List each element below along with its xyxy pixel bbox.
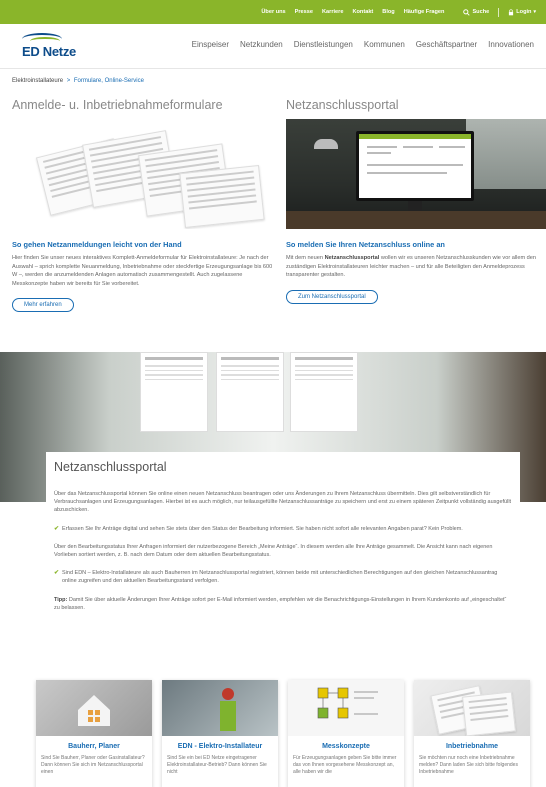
portal-image (286, 119, 546, 229)
card-text: Sind Sie ein bei ED Netze eingetragener … (167, 755, 267, 775)
link-karriere[interactable]: Karriere (322, 9, 343, 15)
link-presse[interactable]: Presse (295, 9, 313, 15)
search-link[interactable]: Suche (463, 8, 490, 16)
installer-image (162, 680, 278, 736)
form-sheet-4 (179, 164, 265, 229)
measurement-diagram-image (288, 680, 404, 736)
link-kontakt[interactable]: Kontakt (352, 9, 373, 15)
mehr-erfahren-button[interactable]: Mehr erfahren (12, 298, 74, 313)
house-icon (78, 695, 110, 726)
card-title: Messkonzepte (322, 743, 370, 750)
ed-netze-logo[interactable]: ED Netze (20, 31, 80, 61)
card-messkonzepte[interactable]: Messkonzepte Für Erzeugungsanlagen geben… (288, 680, 404, 787)
nav-einspeiser[interactable]: Einspeiser (192, 40, 229, 49)
zum-portal-button[interactable]: Zum Netzanschlussportal (286, 289, 378, 304)
target-group-cards: Bauherr, Planer Sind Sie Bauherr, Planer… (36, 680, 532, 787)
utility-links: Über uns Presse Karriere Kontakt Blog Hä… (261, 0, 536, 24)
search-label: Suche (472, 9, 490, 15)
card-elektro-installateur[interactable]: EDN - Elektro-Installateur Sind Sie ein … (162, 680, 278, 787)
monitor-screen (359, 134, 471, 198)
search-icon (463, 8, 471, 16)
logo-wordmark: ED Netze (22, 44, 76, 59)
login-link[interactable]: Login ▾ (508, 8, 536, 16)
portal-column-text: Mit dem neuen Netzanschlussportal wollen… (286, 255, 536, 279)
portal-column-subtitle: So melden Sie Ihren Netzanschluss online… (286, 240, 445, 249)
lock-icon (509, 8, 514, 15)
forms-title: Anmelde- u. Inbetriebnahmeformulare (12, 98, 223, 112)
portal-tip: Tipp: Damit Sie über aktuelle Änderungen… (54, 596, 507, 611)
card-title: Bauherr, Planer (68, 743, 120, 750)
nav-kommunen[interactable]: Kommunen (364, 40, 405, 49)
link-faq[interactable]: Häufige Fragen (404, 9, 445, 15)
nav-dienstleistungen[interactable]: Dienstleistungen (294, 40, 353, 49)
desk (286, 211, 546, 229)
link-blog[interactable]: Blog (382, 9, 394, 15)
check-icon: ✔ (54, 570, 60, 577)
tip-label: Tipp: (54, 596, 68, 603)
monitor (356, 131, 474, 201)
breadcrumb-current: Formulare, Online-Service (73, 78, 144, 84)
main-nav: Einspeiser Netzkunden Dienstleistungen K… (192, 40, 534, 49)
card-text: Sind Sie Bauherr, Planer oder Gasinstall… (41, 755, 145, 775)
login-label: Login (516, 9, 532, 15)
portal-check-1: ✔ Erfassen Sie Ihr Anträge digital und se… (54, 525, 463, 532)
breadcrumb: Elektroinstallateure > Formulare, Online… (12, 78, 144, 84)
worker-figure (220, 688, 236, 731)
top-utility-bar: Über uns Presse Karriere Kontakt Blog Hä… (0, 0, 546, 24)
portal-column: Netzanschlussportal So melden Sie Ihren … (286, 98, 546, 304)
portal-title: Netzanschlussportal (54, 460, 167, 474)
divider (498, 7, 500, 17)
forms-subtitle: So gehen Netzanmeldungen leicht von der … (12, 240, 182, 249)
hero-card-applications (216, 352, 284, 432)
nav-geschaeftspartner[interactable]: Geschäftspartner (416, 40, 477, 49)
check-icon: ✔ (54, 525, 60, 532)
card-bauherr[interactable]: Bauherr, Planer Sind Sie Bauherr, Planer… (36, 680, 152, 787)
forms-column: Anmelde- u. Inbetriebnahmeformulare So g… (12, 98, 274, 313)
card-inbetriebnahme[interactable]: Inbetriebnahme Sie möchten nur noch eine… (414, 680, 530, 787)
breadcrumb-root[interactable]: Elektroinstallateure (12, 78, 63, 84)
portal-info-box: Netzanschlussportal Über das Netzanschlu… (46, 452, 520, 664)
portal-check-2: ✔ Sind EDN – Elektro-Installateure als au… (54, 570, 498, 585)
circuit-diagram (317, 687, 378, 719)
link-ueber-uns[interactable]: Über uns (261, 9, 285, 15)
forms-image (12, 119, 274, 229)
forms-text: Hier finden Sie unser neues interaktives… (12, 255, 273, 287)
hero-card-new (140, 352, 208, 432)
main-header: ED Netze Einspeiser Netzkunden Dienstlei… (0, 24, 546, 69)
portal-paragraph-1: Über das Netzanschlussportal können Sie … (54, 491, 512, 514)
lamp-shape (314, 139, 338, 149)
breadcrumb-separator: > (66, 78, 71, 84)
nav-innovationen[interactable]: Innovationen (488, 40, 534, 49)
portal-paragraph-2: Über den Bearbeitungsstatus Ihrer Anfrag… (54, 543, 493, 559)
card-title: EDN - Elektro-Installateur (177, 743, 263, 750)
card-text: Für Erzeugungsanlagen geben Sie bitte im… (293, 755, 397, 775)
card-text: Sie möchten nur noch eine Inbetriebnahme… (419, 755, 518, 775)
hero-card-help (290, 352, 358, 432)
house-image (36, 680, 152, 736)
card-title: Inbetriebnahme (445, 743, 499, 750)
nav-netzkunden[interactable]: Netzkunden (240, 40, 283, 49)
chevron-down-icon: ▾ (533, 9, 536, 15)
portal-column-title: Netzanschlussportal (286, 98, 399, 112)
documents-image (414, 680, 530, 736)
window-light (466, 119, 546, 189)
portal-bold-term: Netzanschlussportal (324, 255, 380, 261)
